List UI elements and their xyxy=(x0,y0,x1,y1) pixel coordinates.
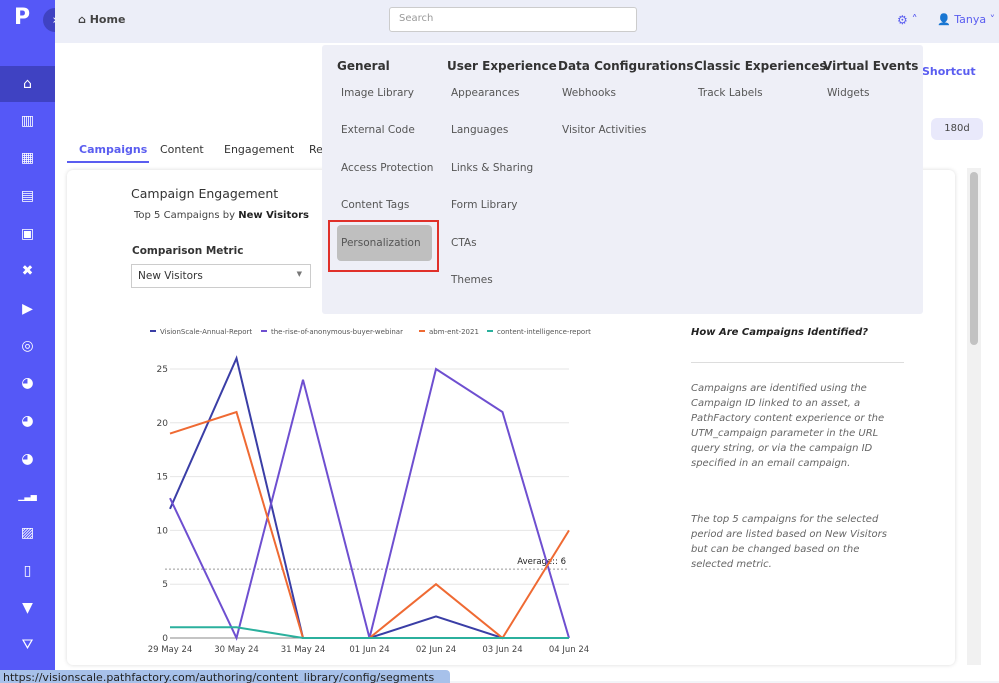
legend-swatch xyxy=(150,330,156,332)
legend-label: the-rise-of-anonymous-buyer-webinar xyxy=(271,328,403,336)
tv-icon[interactable]: ▶ xyxy=(0,291,55,327)
menu-item-track-labels[interactable]: Track Labels xyxy=(698,87,763,99)
legend-label: content-intelligence-report xyxy=(497,328,591,336)
thumb-icon[interactable]: ◕ xyxy=(0,441,55,477)
info-paragraph-1: Campaigns are identified using the Campa… xyxy=(691,383,885,469)
pathfactory-logo[interactable]: P xyxy=(14,5,40,35)
tab-engagement[interactable]: Engagement xyxy=(224,143,294,156)
series-line-VisionScale-Annual-Report xyxy=(169,355,569,639)
menu-item-image-library[interactable]: Image Library xyxy=(341,87,414,99)
menu-heading: General xyxy=(337,59,390,73)
legend-swatch xyxy=(419,330,425,332)
library-icon[interactable]: ▥ xyxy=(0,103,55,139)
tools-icon[interactable]: ✖ xyxy=(0,253,55,289)
menu-item-themes[interactable]: Themes xyxy=(451,274,493,286)
select-value: New Visitors xyxy=(138,270,203,282)
y-tick-label: 10 xyxy=(157,526,169,536)
menu-heading: Data Configurations xyxy=(558,59,694,73)
series-line-abm-ent-2021 xyxy=(169,410,570,640)
target-icon[interactable]: ◎ xyxy=(0,328,55,364)
menu-item-access-protection[interactable]: Access Protection xyxy=(341,162,433,174)
thumb-icon[interactable]: ◕ xyxy=(0,365,55,401)
chart-add-icon[interactable]: ▨ xyxy=(0,515,55,551)
menu-item-visitor-activities[interactable]: Visitor Activities xyxy=(562,124,646,136)
dashboard-icon[interactable]: ▦ xyxy=(0,140,55,176)
series-line-the-rise-of-anonymous-buyer-webinar xyxy=(169,367,570,641)
card-subtitle: Top 5 Campaigns by New Visitors xyxy=(134,210,309,221)
subtitle-prefix: Top 5 Campaigns by xyxy=(134,210,239,221)
menu-item-external-code[interactable]: External Code xyxy=(341,124,415,136)
legend-swatch xyxy=(261,330,267,332)
x-tick-label: 03 Jun 24 xyxy=(482,645,522,655)
tab-re[interactable]: Re xyxy=(309,143,323,156)
shortcut-link[interactable]: Shortcut xyxy=(922,65,976,78)
breadcrumb-label: Home xyxy=(89,13,126,26)
line-chart: 0 5 10 15 20 25 29 May 24 30 May 24 31 May 24 01 … xyxy=(148,328,591,655)
menu-heading: Classic Experiences xyxy=(694,59,827,73)
search-input[interactable]: Search xyxy=(389,7,637,32)
scrollbar-thumb[interactable] xyxy=(970,172,978,345)
user-menu[interactable]: 👤 Tanya ˅ xyxy=(937,13,995,26)
x-tick-label: 29 May 24 xyxy=(148,645,193,655)
chevron-down-icon: ▼ xyxy=(296,270,302,278)
menu-item-languages[interactable]: Languages xyxy=(451,124,508,136)
y-tick-label: 20 xyxy=(157,419,169,429)
card-title: Campaign Engagement xyxy=(131,186,279,201)
menu-item-form-library[interactable]: Form Library xyxy=(451,199,518,211)
menu-item-webhooks[interactable]: Webhooks xyxy=(562,87,616,99)
filter-dollar-icon[interactable]: ⛛ xyxy=(0,627,55,663)
y-tick-label: 15 xyxy=(157,473,168,483)
info-divider xyxy=(691,362,904,363)
user-icon: 👤 xyxy=(937,13,951,26)
breadcrumb-home[interactable]: ⌂ Home xyxy=(78,13,125,26)
menu-item-appearances[interactable]: Appearances xyxy=(451,87,520,99)
tab-campaigns[interactable]: Campaigns xyxy=(79,143,147,156)
x-tick-label: 02 Jun 24 xyxy=(416,645,456,655)
legend-swatch xyxy=(487,330,493,332)
legend-label: VisionScale-Annual-Report xyxy=(160,328,252,336)
menu-item-links-sharing[interactable]: Links & Sharing xyxy=(451,162,533,174)
home-icon[interactable]: ⌂ xyxy=(0,66,55,102)
menu-heading: Virtual Events xyxy=(823,59,919,73)
bar-chart-icon[interactable]: ▁▃▅ xyxy=(0,478,55,514)
menu-item-widgets[interactable]: Widgets xyxy=(827,87,869,99)
y-tick-label: 5 xyxy=(162,580,168,590)
comparison-metric-label: Comparison Metric xyxy=(132,245,244,257)
info-paragraph-2: The top 5 campaigns for the selected per… xyxy=(691,514,887,570)
comparison-metric-select[interactable]: New Visitors ▼ xyxy=(131,264,311,288)
menu-item-personalization[interactable]: Personalization xyxy=(341,237,421,249)
x-tick-label: 30 May 24 xyxy=(214,645,259,655)
browser-icon[interactable]: ▣ xyxy=(0,216,55,252)
legend-label: abm-ent-2021 xyxy=(429,328,479,336)
y-tick-label: 25 xyxy=(157,365,168,375)
grid-icon[interactable]: ▤ xyxy=(0,178,55,214)
bookmark-icon[interactable]: ▼ xyxy=(0,590,55,626)
home-icon: ⌂ xyxy=(78,13,90,26)
x-tick-label: 01 Jun 24 xyxy=(349,645,389,655)
settings-gear-icon[interactable]: ⚙ ˄ xyxy=(897,13,918,27)
x-tick-label: 04 Jun 24 xyxy=(549,645,589,655)
clipboard-clock-icon[interactable]: ▯ xyxy=(0,553,55,589)
user-name: Tanya xyxy=(954,13,987,26)
thumb-icon[interactable]: ◕ xyxy=(0,403,55,439)
average-label: Average:: 6 xyxy=(517,557,566,567)
tab-content[interactable]: Content xyxy=(160,143,204,156)
menu-item-ctas[interactable]: CTAs xyxy=(451,237,477,249)
menu-item-content-tags[interactable]: Content Tags xyxy=(341,199,409,211)
status-bar-url: https://visionscale.pathfactory.com/auth… xyxy=(0,670,450,683)
y-tick-label: 0 xyxy=(162,634,168,644)
info-title: How Are Campaigns Identified? xyxy=(691,327,869,338)
active-tab-indicator xyxy=(67,161,149,163)
x-tick-label: 31 May 24 xyxy=(281,645,326,655)
range-180d-button[interactable]: 180d xyxy=(931,118,983,140)
menu-heading: User Experience xyxy=(447,59,557,73)
subtitle-metric: New Visitors xyxy=(238,210,309,221)
settings-mega-menu xyxy=(322,45,923,314)
